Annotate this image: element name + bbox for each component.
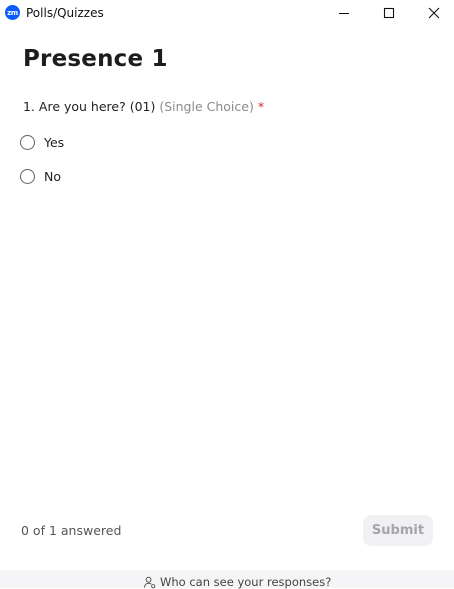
minimize-button[interactable]	[321, 0, 367, 26]
title-bar: zm Polls/Quizzes	[0, 0, 454, 26]
maximize-icon	[383, 7, 395, 19]
poll-title: Presence 1	[23, 46, 168, 72]
option-no[interactable]: No	[20, 167, 61, 185]
required-marker: *	[257, 99, 265, 114]
submit-button[interactable]: Submit	[363, 515, 433, 546]
close-icon	[428, 7, 440, 19]
person-icon	[143, 576, 156, 588]
privacy-link[interactable]: Who can see your responses?	[143, 575, 331, 589]
privacy-link-label: Who can see your responses?	[160, 575, 332, 589]
option-yes[interactable]: Yes	[20, 133, 64, 151]
option-label-yes: Yes	[44, 134, 65, 150]
question-1: 1. Are you here? (01) (Single Choice) *	[23, 99, 264, 115]
question-text: 1. Are you here? (01)	[23, 99, 156, 114]
window-title: Polls/Quizzes	[26, 6, 104, 20]
answered-count: 0 of 1 answered	[21, 523, 122, 538]
close-button[interactable]	[411, 0, 454, 26]
radio-button-yes[interactable]	[20, 134, 35, 150]
question-type: (Single Choice)	[159, 99, 254, 114]
option-label-no: No	[44, 168, 61, 184]
radio-button-no[interactable]	[20, 168, 35, 184]
minimize-icon	[339, 13, 349, 14]
zoom-logo-icon: zm	[5, 5, 20, 20]
maximize-button[interactable]	[366, 0, 412, 26]
